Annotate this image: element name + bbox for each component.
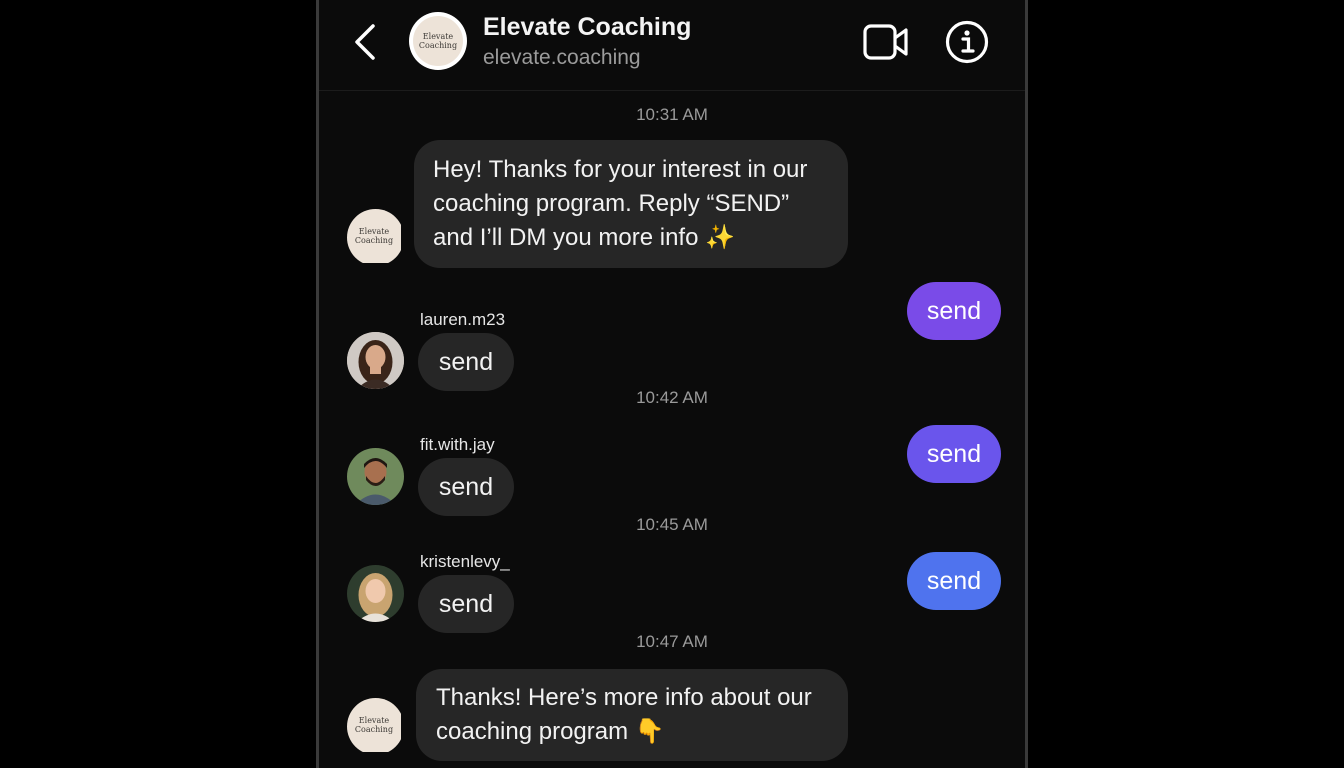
- video-call-button[interactable]: [863, 22, 909, 62]
- person-avatar-icon: [347, 565, 404, 622]
- message-bubble-intro[interactable]: Hey! Thanks for your interest in our coa…: [414, 140, 848, 268]
- back-button[interactable]: [347, 22, 387, 62]
- brand-avatar: Elevate Coaching: [347, 698, 404, 755]
- chat-username: elevate.coaching: [483, 46, 641, 69]
- sender-username: fit.with.jay: [420, 435, 495, 454]
- person-avatar-icon: [347, 448, 404, 505]
- profile-avatar[interactable]: Elevate Coaching: [409, 12, 467, 70]
- info-icon: [945, 20, 989, 64]
- sender-username: lauren.m23: [420, 310, 506, 329]
- brand-avatar: Elevate Coaching: [347, 209, 404, 266]
- brand-logo: Elevate Coaching: [413, 16, 463, 66]
- chevron-left-icon: [355, 24, 375, 60]
- message-bubble-final[interactable]: Thanks! Here’s more info about our coach…: [416, 669, 848, 761]
- timestamp: 10:31 AM: [636, 105, 708, 124]
- brand-logo: Elevate Coaching: [347, 209, 401, 263]
- sender-username: kristenlevy_: [420, 552, 510, 571]
- sent-message-bubble[interactable]: send: [907, 552, 1001, 610]
- timestamp: 10:42 AM: [636, 388, 708, 407]
- user-avatar-jay[interactable]: [347, 448, 404, 505]
- sent-message-bubble[interactable]: send: [907, 425, 1001, 483]
- timestamp: 10:45 AM: [636, 515, 708, 534]
- video-camera-icon: [863, 24, 908, 60]
- person-avatar-icon: [347, 332, 404, 389]
- timestamp: 10:47 AM: [636, 632, 708, 651]
- chat-screen: Elevate Coaching Elevate Coaching elevate…: [316, 0, 1028, 768]
- received-message-bubble[interactable]: send: [418, 575, 514, 633]
- received-message-bubble[interactable]: send: [418, 458, 514, 516]
- user-avatar-kristen[interactable]: [347, 565, 404, 622]
- chat-title[interactable]: Elevate Coaching: [483, 13, 691, 42]
- info-button[interactable]: [945, 20, 989, 64]
- user-avatar-lauren[interactable]: [347, 332, 404, 389]
- brand-logo: Elevate Coaching: [347, 698, 401, 752]
- chat-header: Elevate Coaching Elevate Coaching elevate…: [319, 0, 1025, 91]
- received-message-bubble[interactable]: send: [418, 333, 514, 391]
- sent-message-bubble[interactable]: send: [907, 282, 1001, 340]
